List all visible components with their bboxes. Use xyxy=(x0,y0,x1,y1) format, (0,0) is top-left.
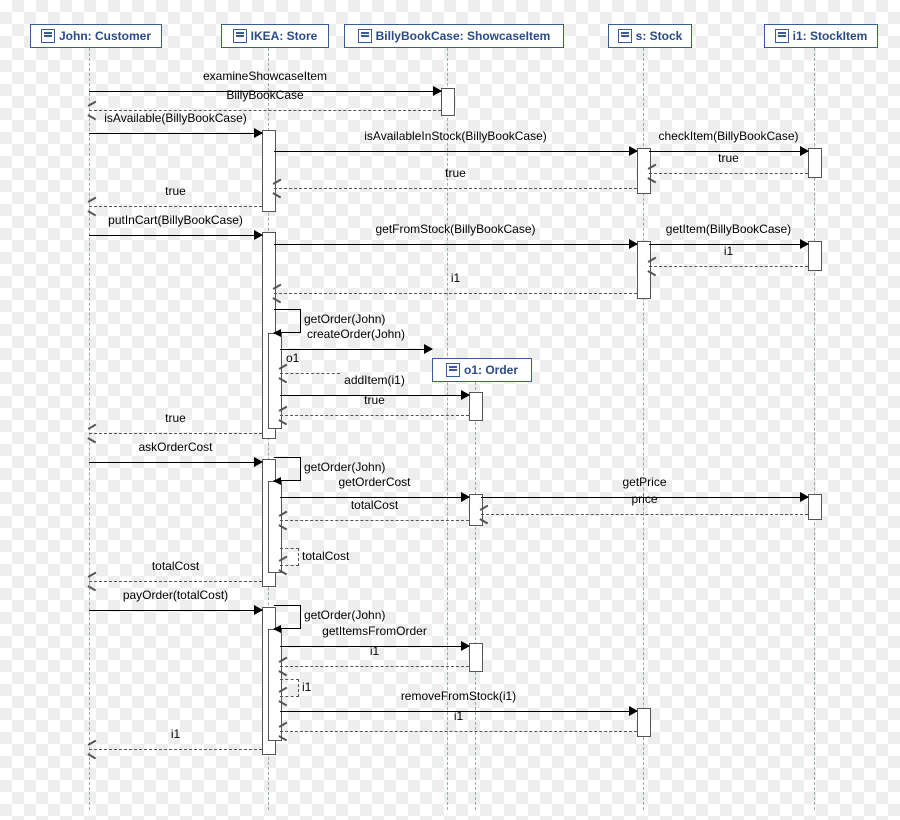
participant-label: BillyBookCase: ShowcaseItem xyxy=(376,29,551,43)
participant-label: John: Customer xyxy=(59,29,151,43)
participant-billy: BillyBookCase: ShowcaseItem xyxy=(344,24,564,48)
activation xyxy=(469,392,483,421)
msg-ret-true-2: true xyxy=(274,181,637,195)
lifeline-order xyxy=(475,382,476,810)
msg-getFromStock: getFromStock(BillyBookCase) xyxy=(274,237,637,251)
object-icon xyxy=(775,29,789,43)
object-icon xyxy=(41,29,55,43)
msg-ret-totalCost-self: totalCost xyxy=(280,548,299,566)
activation xyxy=(808,494,822,520)
msg-ret-price: price xyxy=(481,507,808,521)
object-icon xyxy=(358,29,372,43)
msg-isAvailableInStock: isAvailableInStock(BillyBookCase) xyxy=(274,144,637,158)
msg-putInCart: putInCart(BillyBookCase) xyxy=(89,228,262,242)
activation xyxy=(808,241,822,271)
participant-john: John: Customer xyxy=(30,24,162,48)
object-icon xyxy=(233,29,247,43)
msg-ret-true-3: true xyxy=(89,199,262,213)
msg-ret-true-4: true xyxy=(280,408,469,422)
object-icon xyxy=(446,363,460,377)
msg-ret-i1-2: i1 xyxy=(274,286,637,300)
participant-order: o1: Order xyxy=(432,358,532,382)
participant-stock: s: Stock xyxy=(608,24,692,48)
sequence-diagram: John: Customer IKEA: Store BillyBookCase… xyxy=(0,0,900,820)
participant-label: IKEA: Store xyxy=(251,29,318,43)
msg-askOrderCost: askOrderCost xyxy=(89,455,262,469)
msg-ret-true-5: true xyxy=(89,426,262,440)
msg-ret-true-1: true xyxy=(649,166,808,180)
msg-payOrder: payOrder(totalCost) xyxy=(89,603,262,617)
msg-ret-i1-1: i1 xyxy=(649,259,808,273)
object-icon xyxy=(618,29,632,43)
activation xyxy=(469,643,483,672)
msg-ret-i1-5: i1 xyxy=(89,742,262,756)
activation xyxy=(441,88,455,116)
msg-ret-i1-3: i1 xyxy=(280,659,469,673)
activation xyxy=(808,148,822,178)
participant-label: s: Stock xyxy=(636,29,683,43)
participant-ikea: IKEA: Store xyxy=(221,24,329,48)
participant-item: i1: StockItem xyxy=(764,24,878,48)
participant-label: o1: Order xyxy=(464,363,518,377)
msg-ret-totalCost-1: totalCost xyxy=(280,513,469,527)
activation xyxy=(637,708,651,737)
msg-ret-totalCost-2: totalCost xyxy=(89,574,262,588)
participant-label: i1: StockItem xyxy=(793,29,868,43)
msg-ret-i1-4: i1 xyxy=(280,724,637,738)
msg-isAvailable: isAvailable(BillyBookCase) xyxy=(89,126,262,140)
